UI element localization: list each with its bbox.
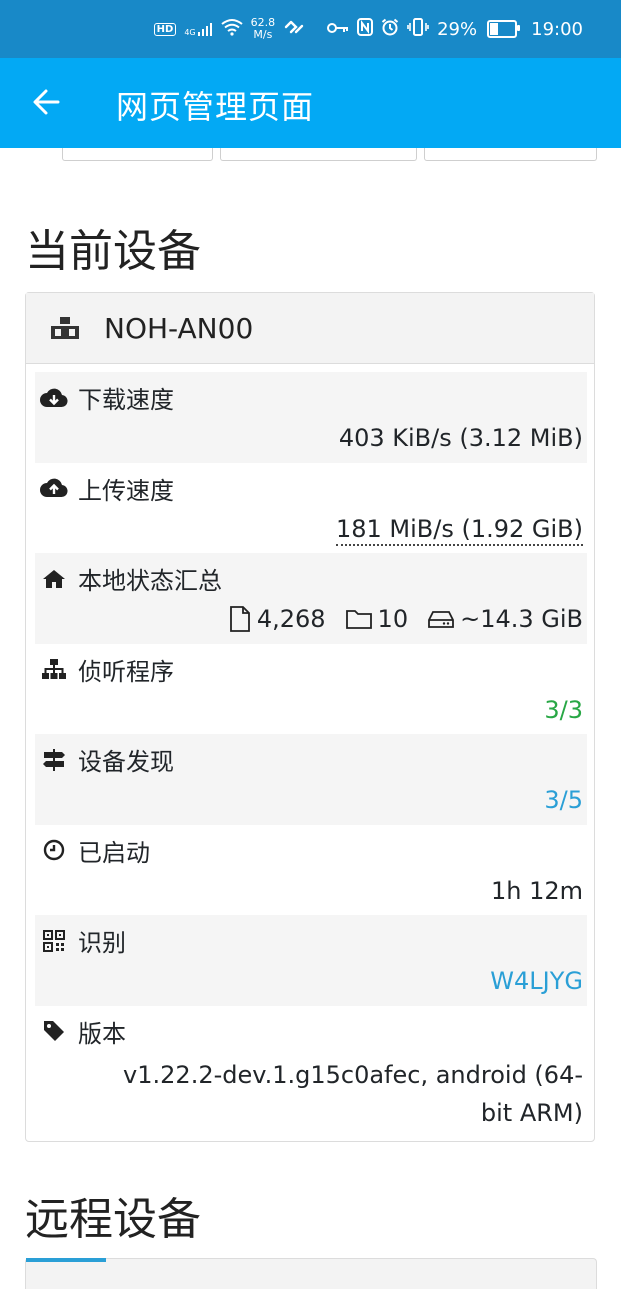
device-id-link[interactable]: W4LJYG xyxy=(490,967,583,995)
upload-rate-value-wrap[interactable]: 181 MiB/s (1.92 GiB) xyxy=(335,514,583,546)
app-bar: 网页管理页面 xyxy=(0,58,621,148)
key-icon xyxy=(327,19,349,40)
toolbar-button-partial-1[interactable] xyxy=(62,148,213,161)
download-rate-label: 下载速度 xyxy=(78,386,174,414)
device-sitemap-icon xyxy=(51,317,79,339)
back-arrow-icon[interactable] xyxy=(30,84,62,120)
upload-rate-label: 上传速度 xyxy=(78,476,174,505)
nfc-share-icon xyxy=(283,18,305,41)
version-row: 版本 v1.22.2-dev.1.g15c0afec, android (64-… xyxy=(35,1006,587,1134)
status-bar: HD 4G 62.8 M/s 29% 19:00 xyxy=(0,0,621,58)
local-state-row: 本地状态汇总 4,268 10 ~14.3 GiB xyxy=(35,553,587,644)
hard-drive-icon xyxy=(428,611,454,628)
folder-icon xyxy=(345,610,372,629)
toolbar-button-partial-2[interactable] xyxy=(220,148,417,161)
listeners-value[interactable]: 3/3 xyxy=(544,696,583,724)
identification-row: 识别 W4LJYG xyxy=(35,915,587,1006)
cloud-download-icon xyxy=(40,386,68,410)
local-files-count: 4,268 xyxy=(256,605,326,633)
wifi-icon xyxy=(220,18,243,41)
battery-icon xyxy=(487,20,521,38)
nfc-icon xyxy=(357,17,374,41)
toolbar-button-partial-3[interactable] xyxy=(424,148,597,161)
sitemap-icon xyxy=(40,657,68,681)
active-tab-indicator xyxy=(26,1258,106,1262)
vibrate-icon xyxy=(407,17,429,41)
uptime-value: 1h 12m xyxy=(490,876,583,905)
upload-rate-row: 上传速度 181 MiB/s (1.92 GiB) xyxy=(35,463,587,554)
file-icon xyxy=(229,606,250,632)
upload-rate-value[interactable]: 181 MiB/s (1.92 GiB) xyxy=(335,514,583,546)
device-card-header[interactable]: NOH-AN00 xyxy=(26,293,594,364)
clock: 19:00 xyxy=(531,18,583,40)
identification-label: 识别 xyxy=(78,929,126,957)
discovery-value[interactable]: 3/5 xyxy=(544,786,583,814)
net-speed: 62.8 M/s xyxy=(251,17,276,41)
uptime-label: 已启动 xyxy=(78,838,150,867)
current-device-card: NOH-AN00 下载速度 403 KiB/s (3.12 MiB) 上传速度 … xyxy=(25,292,595,1142)
uptime-row: 已启动 1h 12m xyxy=(35,825,587,916)
app-bar-title: 网页管理页面 xyxy=(116,88,315,126)
signpost-icon xyxy=(40,748,68,772)
listeners-row: 侦听程序 3/3 xyxy=(35,644,587,735)
discovery-label: 设备发现 xyxy=(78,748,174,776)
alarm-icon xyxy=(381,18,399,41)
signal-icon: 4G xyxy=(184,21,212,37)
version-value: v1.22.2-dev.1.g15c0afec, android (64-bit… xyxy=(123,1060,583,1127)
home-icon xyxy=(40,567,68,591)
net-speed-unit: M/s xyxy=(253,28,273,41)
hd-icon: HD xyxy=(153,22,177,36)
remote-devices-heading: 远程设备 xyxy=(25,1194,201,1245)
local-size: ~14.3 GiB xyxy=(460,605,583,633)
listeners-label: 侦听程序 xyxy=(78,657,174,686)
battery-percent: 29% xyxy=(437,18,478,40)
clock-icon xyxy=(40,838,68,862)
download-rate-row: 下载速度 403 KiB/s (3.12 MiB) xyxy=(35,372,587,463)
current-device-heading: 当前设备 xyxy=(25,226,201,277)
qrcode-icon xyxy=(40,929,68,953)
download-rate-value: 403 KiB/s (3.12 MiB) xyxy=(338,424,583,452)
discovery-row: 设备发现 3/5 xyxy=(35,734,587,825)
local-state-values: 4,268 10 ~14.3 GiB xyxy=(215,605,583,633)
network-gen-label: 4G xyxy=(184,28,196,37)
remote-device-card-top[interactable] xyxy=(25,1258,597,1289)
cloud-upload-icon xyxy=(40,476,68,500)
device-name: NOH-AN00 xyxy=(104,311,254,345)
version-label: 版本 xyxy=(78,1019,126,1048)
tag-icon xyxy=(40,1019,68,1043)
local-state-label: 本地状态汇总 xyxy=(78,567,222,595)
local-folders-count: 10 xyxy=(377,605,409,633)
